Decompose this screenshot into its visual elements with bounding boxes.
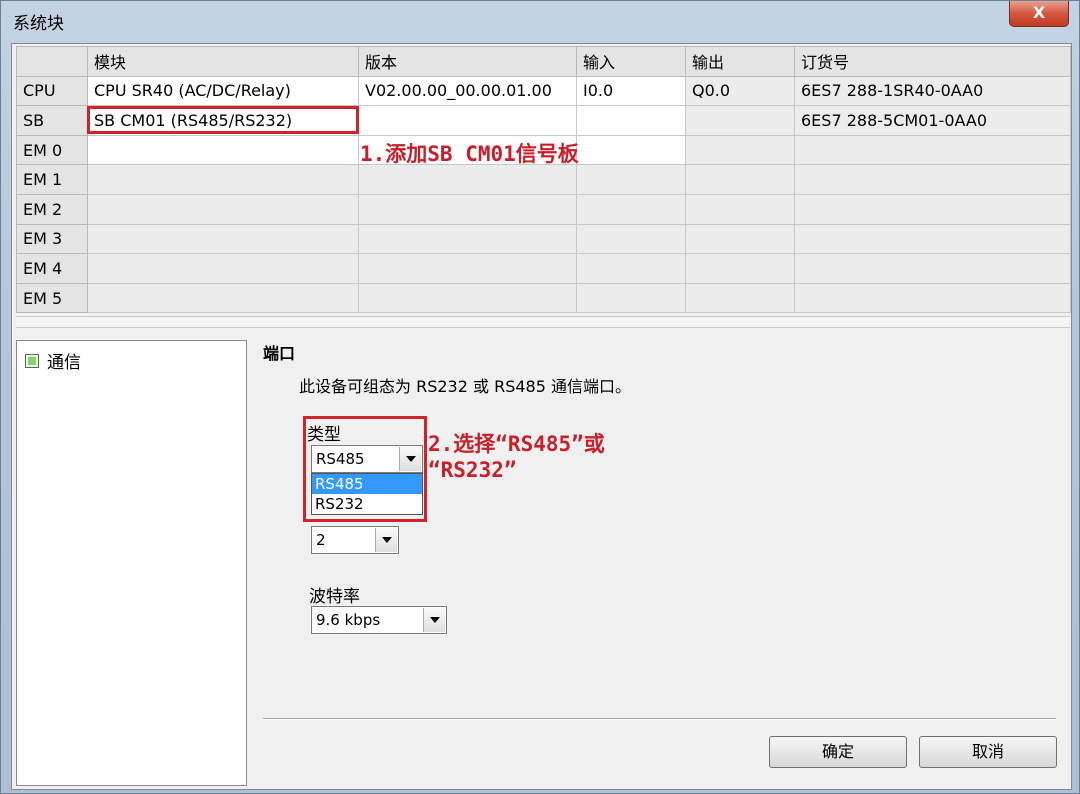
cell-output[interactable] [685,134,795,166]
green-square-icon [25,353,39,368]
cell-order-number[interactable] [794,223,1071,255]
cell-output[interactable] [685,282,795,314]
cell-input[interactable] [576,223,686,255]
cell-output[interactable] [685,105,795,136]
tree-item-label: 通信 [47,353,81,373]
cell-version[interactable]: V02.00.00_00.00.01.00 [358,75,577,107]
row-header[interactable]: EM 5 [16,282,88,314]
row-header[interactable]: CPU [16,75,88,107]
cell-order-number[interactable] [794,282,1071,314]
cell-module[interactable] [87,282,359,314]
annotation-step1: 1.添加SB CM01信号板 [360,142,579,166]
cell-order-number[interactable] [794,134,1071,166]
table-row[interactable]: EM 1 [16,164,1071,195]
row-header[interactable]: EM 0 [16,134,88,166]
chevron-down-icon[interactable] [375,528,397,552]
port-settings-pane: 端口 此设备可组态为 RS232 或 RS485 通信端口。 类型 RS485 … [261,340,1066,786]
close-button[interactable]: X [1009,1,1069,27]
sb-row-highlight-box [87,106,359,134]
cell-module[interactable] [87,253,359,284]
cell-module[interactable] [87,193,359,225]
cell-version[interactable] [358,253,577,284]
port-heading: 端口 [263,344,296,363]
column-header-module[interactable]: 模块 [87,46,359,77]
cell-input[interactable] [576,282,686,314]
cell-order-number[interactable] [794,193,1071,225]
cell-order-number[interactable] [794,253,1071,284]
row-header[interactable]: EM 2 [16,193,88,225]
cell-output[interactable] [685,193,795,225]
cell-output[interactable]: Q0.0 [685,75,795,107]
cell-order-number[interactable] [794,164,1071,195]
divider [263,718,1056,720]
system-block-window: 系统块 X 模块 版本 输入 输出 订货号 CPU CPU SR40 (AC/DC… [0,0,1080,794]
annotation-step2-line1: 2.选择“RS485”或 [428,432,605,456]
address-select-value: 2 [316,531,326,549]
cell-module[interactable] [87,164,359,195]
cell-version[interactable] [358,164,577,195]
cell-output[interactable] [685,223,795,255]
table-row[interactable]: EM 2 [16,193,1071,225]
row-header[interactable]: EM 1 [16,164,88,195]
table-row[interactable]: EM 4 [16,253,1071,284]
column-header-output[interactable]: 输出 [685,46,795,77]
cell-input[interactable] [576,105,686,136]
annotation-step2-line2: “RS232” [428,458,517,482]
table-row[interactable]: EM 5 [16,282,1071,314]
cell-input[interactable] [576,193,686,225]
module-grid: 模块 版本 输入 输出 订货号 CPU CPU SR40 (AC/DC/Relay… [16,46,1071,314]
baud-rate-value: 9.6 kbps [316,611,381,629]
cell-order-number[interactable]: 6ES7 288-1SR40-0AA0 [794,75,1071,107]
baud-rate-select[interactable]: 9.6 kbps [311,606,447,634]
window-title: 系统块 [13,14,64,34]
baud-rate-label: 波特率 [309,587,360,607]
cell-input[interactable] [576,134,686,166]
cell-module[interactable] [87,223,359,255]
cell-input[interactable] [576,164,686,195]
cell-version[interactable] [358,282,577,314]
cell-input[interactable]: I0.0 [576,75,686,107]
cell-version[interactable] [358,223,577,255]
cell-input[interactable] [576,253,686,284]
type-highlight-box [303,416,427,522]
tree-item-communication[interactable]: 通信 [25,348,81,373]
grid-corner [16,46,88,77]
table-row[interactable]: EM 3 [16,223,1071,255]
cell-output[interactable] [685,253,795,284]
cell-module[interactable] [87,134,359,166]
column-header-version[interactable]: 版本 [358,46,577,77]
cell-version[interactable] [358,105,577,136]
cell-version[interactable] [358,193,577,225]
cell-order-number[interactable]: 6ES7 288-5CM01-0AA0 [794,105,1071,136]
table-row[interactable]: CPU CPU SR40 (AC/DC/Relay) V02.00.00_00.00… [16,75,1071,107]
cell-output[interactable] [685,164,795,195]
config-tree: 通信 [16,340,247,786]
dialog-client: 模块 版本 输入 输出 订货号 CPU CPU SR40 (AC/DC/Relay… [11,43,1072,790]
cancel-button[interactable]: 取消 [919,736,1057,768]
address-select[interactable]: 2 [311,526,399,554]
column-header-order-number[interactable]: 订货号 [794,46,1071,77]
column-header-input[interactable]: 输入 [576,46,686,77]
chevron-down-icon[interactable] [423,608,445,632]
grid-scroll-strip [16,316,1070,328]
ok-button[interactable]: 确定 [769,736,907,768]
port-description: 此设备可组态为 RS232 或 RS485 通信端口。 [299,377,631,396]
row-header[interactable]: EM 4 [16,253,88,284]
row-header[interactable]: SB [16,105,88,136]
row-header[interactable]: EM 3 [16,223,88,255]
cell-module[interactable]: CPU SR40 (AC/DC/Relay) [87,75,359,107]
